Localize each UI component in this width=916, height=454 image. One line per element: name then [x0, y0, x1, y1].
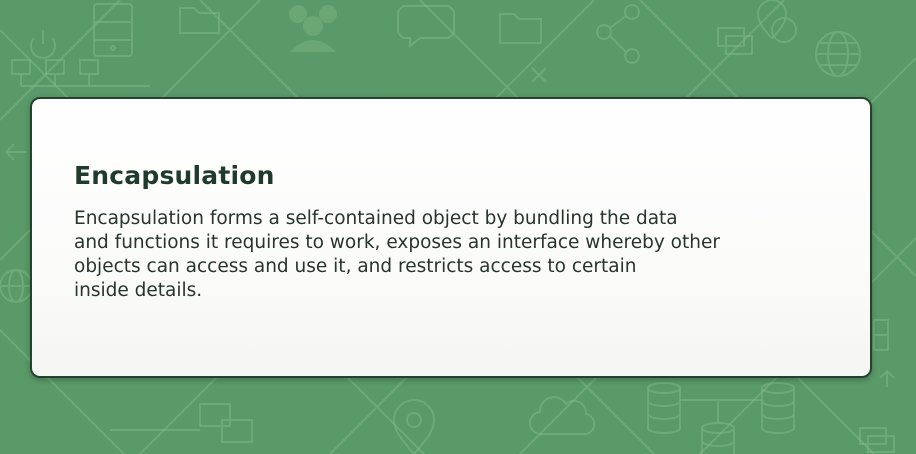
cloud-icon	[528, 396, 596, 436]
share-icon	[596, 4, 640, 64]
arrow-left-icon	[4, 143, 26, 161]
location-pin-icon	[392, 399, 436, 454]
server-icon	[873, 319, 889, 351]
server-icon	[93, 3, 133, 57]
windows-icon	[859, 427, 895, 453]
content-card: Encapsulation Encapsulation forms a self…	[30, 97, 872, 378]
close-icon	[531, 67, 547, 83]
folder-icon	[499, 13, 542, 44]
globe-icon	[0, 269, 33, 303]
slide-body-text: Encapsulation forms a self-contained obj…	[74, 208, 720, 301]
sitemap-icon	[110, 403, 253, 443]
users-icon	[289, 5, 337, 52]
globe-icon	[815, 31, 861, 77]
slide-title: Encapsulation	[74, 161, 275, 190]
database-icon	[647, 382, 681, 434]
database-icon	[761, 382, 795, 434]
power-icon	[30, 30, 56, 59]
arrow-up-icon	[879, 369, 895, 387]
database-icon	[680, 399, 762, 454]
